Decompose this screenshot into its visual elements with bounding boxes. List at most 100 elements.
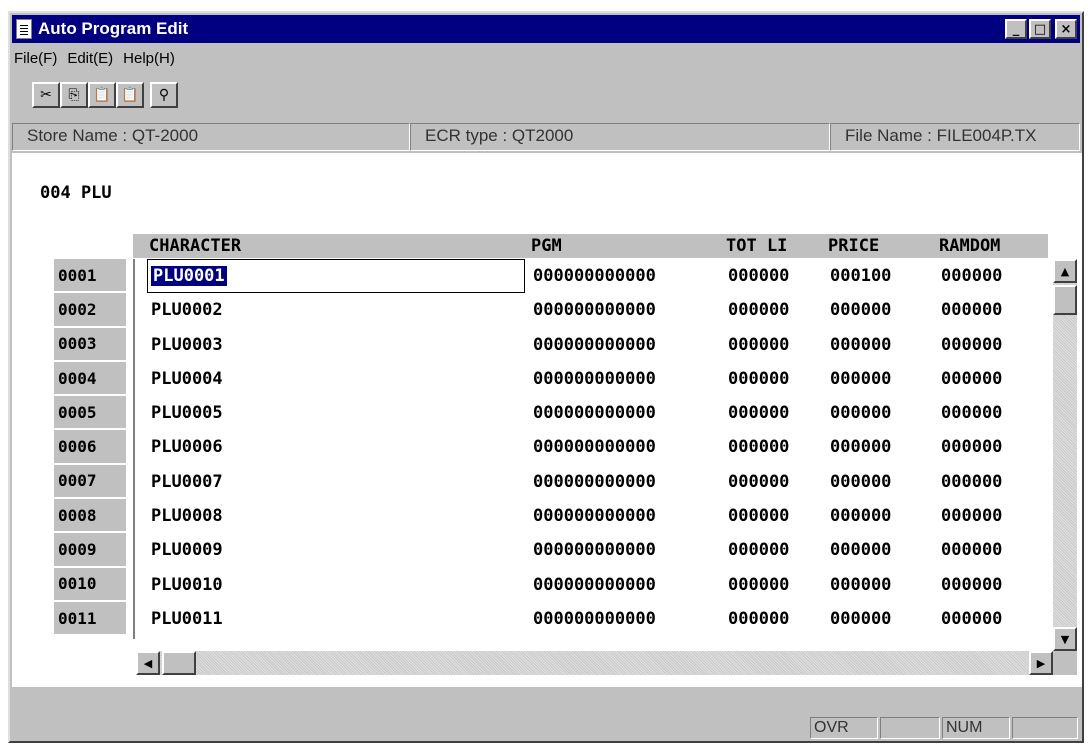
row-number[interactable]: 0007	[54, 464, 126, 500]
price-cell[interactable]: 000000	[830, 396, 891, 430]
row-number[interactable]: 0005	[54, 396, 126, 431]
random-cell[interactable]: 000000	[941, 328, 1002, 362]
random-cell[interactable]: 000000	[941, 259, 1002, 293]
row-number[interactable]: 0006	[54, 430, 126, 465]
character-cell[interactable]: PLU0011	[151, 602, 223, 636]
scroll-left-icon[interactable]: ◀	[136, 651, 160, 675]
random-cell[interactable]: 000000	[941, 293, 1002, 327]
price-cell[interactable]: 000000	[830, 533, 891, 567]
price-cell[interactable]: 000100	[830, 259, 891, 293]
status-bar: OVR NUM	[12, 715, 1082, 741]
row-number[interactable]: 0010	[54, 567, 126, 602]
cut-icon[interactable]: ✂	[32, 82, 60, 108]
horizontal-scrollbar[interactable]: ◀ ▶	[136, 651, 1053, 675]
pgm-cell[interactable]: 000000000000	[533, 465, 656, 499]
random-cell[interactable]: 000000	[941, 499, 1002, 533]
pgm-cell[interactable]: 000000000000	[533, 533, 656, 567]
tot-cell[interactable]: 000000	[728, 465, 789, 499]
character-cell[interactable]: PLU0009	[151, 533, 223, 567]
price-cell[interactable]: 000000	[830, 328, 891, 362]
vertical-scroll-thumb[interactable]	[1053, 285, 1077, 315]
price-cell[interactable]: 000000	[830, 465, 891, 499]
random-cell[interactable]: 000000	[941, 396, 1002, 430]
column-header-price[interactable]: PRICE	[828, 236, 879, 256]
pgm-cell[interactable]: 000000000000	[533, 293, 656, 327]
column-header-random[interactable]: RAMDOM	[939, 236, 1000, 256]
character-cell-selected[interactable]: PLU0001	[147, 259, 525, 293]
maximize-button[interactable]: □	[1029, 19, 1051, 39]
ovr-indicator: OVR	[810, 717, 878, 739]
price-cell[interactable]: 000000	[830, 293, 891, 327]
horizontal-scroll-thumb[interactable]	[162, 651, 196, 675]
table-row: PLU0004 000000000000 000000 000000 00000…	[135, 362, 1053, 396]
row-number[interactable]: 0011	[54, 601, 126, 637]
tot-cell[interactable]: 000000	[728, 396, 789, 430]
find-icon[interactable]: ⚲	[150, 82, 178, 108]
character-cell[interactable]: PLU0005	[151, 396, 223, 430]
pgm-cell[interactable]: 000000000000	[533, 328, 656, 362]
scroll-right-icon[interactable]: ▶	[1029, 651, 1053, 675]
paste-special-icon[interactable]: 📋	[116, 82, 144, 108]
column-header-character[interactable]: CHARACTER	[149, 236, 241, 256]
character-cell[interactable]: PLU0006	[151, 430, 223, 464]
pgm-cell[interactable]: 000000000000	[533, 362, 656, 396]
title-bar[interactable]: Auto Program Edit _ □ ×	[12, 15, 1080, 43]
pgm-cell[interactable]: 000000000000	[533, 602, 656, 636]
tot-cell[interactable]: 000000	[728, 602, 789, 636]
paste-icon[interactable]: 📋	[88, 82, 116, 108]
tot-cell[interactable]: 000000	[728, 328, 789, 362]
random-cell[interactable]: 000000	[941, 362, 1002, 396]
selected-text: PLU0001	[151, 266, 227, 286]
random-cell[interactable]: 000000	[941, 602, 1002, 636]
close-button[interactable]: ×	[1055, 19, 1077, 39]
pgm-cell[interactable]: 000000000000	[533, 499, 656, 533]
row-number[interactable]: 0001	[54, 259, 126, 294]
info-bar: Store Name : QT-2000 ECR type : QT2000 F…	[12, 123, 1082, 151]
minimize-button[interactable]: _	[1005, 19, 1027, 39]
scroll-down-icon[interactable]: ▼	[1053, 627, 1077, 651]
price-cell[interactable]: 000000	[830, 568, 891, 602]
character-cell[interactable]: PLU0004	[151, 362, 223, 396]
vertical-scrollbar[interactable]: ▲ ▼	[1053, 259, 1077, 651]
pgm-cell[interactable]: 000000000000	[533, 259, 656, 293]
document-icon	[16, 19, 32, 39]
menu-file[interactable]: File(F)	[12, 50, 65, 67]
character-cell[interactable]: PLU0010	[151, 568, 223, 602]
price-cell[interactable]: 000000	[830, 602, 891, 636]
character-cell[interactable]: PLU0007	[151, 465, 223, 499]
character-cell[interactable]: PLU0003	[151, 328, 223, 362]
pgm-cell[interactable]: 000000000000	[533, 568, 656, 602]
price-cell[interactable]: 000000	[830, 362, 891, 396]
row-number[interactable]: 0009	[54, 533, 126, 568]
column-header-pgm[interactable]: PGM	[531, 236, 562, 256]
menu-edit[interactable]: Edit(E)	[65, 50, 121, 67]
tot-cell[interactable]: 000000	[728, 499, 789, 533]
tot-cell[interactable]: 000000	[728, 259, 789, 293]
pgm-cell[interactable]: 000000000000	[533, 396, 656, 430]
random-cell[interactable]: 000000	[941, 430, 1002, 464]
tot-cell[interactable]: 000000	[728, 533, 789, 567]
pgm-cell[interactable]: 000000000000	[533, 430, 656, 464]
row-number[interactable]: 0008	[54, 499, 126, 534]
price-cell[interactable]: 000000	[830, 499, 891, 533]
menu-help[interactable]: Help(H)	[121, 50, 183, 67]
column-header-tot[interactable]: TOT LI	[726, 236, 787, 256]
row-number[interactable]: 0003	[54, 327, 126, 362]
character-cell[interactable]: PLU0002	[151, 293, 223, 327]
tot-cell[interactable]: 000000	[728, 430, 789, 464]
tot-cell[interactable]: 000000	[728, 293, 789, 327]
random-cell[interactable]: 000000	[941, 568, 1002, 602]
table-row: PLU0001 000000000000 000000 000100 00000…	[135, 259, 1053, 293]
random-cell[interactable]: 000000	[941, 465, 1002, 499]
random-cell[interactable]: 000000	[941, 533, 1002, 567]
scroll-up-icon[interactable]: ▲	[1053, 259, 1077, 283]
copy-icon[interactable]: ⎘	[60, 82, 88, 108]
row-number[interactable]: 0004	[54, 361, 126, 397]
num-indicator: NUM	[942, 717, 1010, 739]
price-cell[interactable]: 000000	[830, 430, 891, 464]
tot-cell[interactable]: 000000	[728, 568, 789, 602]
row-number[interactable]: 0002	[54, 293, 126, 328]
character-cell[interactable]: PLU0008	[151, 499, 223, 533]
tot-cell[interactable]: 000000	[728, 362, 789, 396]
table-row: PLU0005 000000000000 000000 000000 00000…	[135, 396, 1053, 430]
